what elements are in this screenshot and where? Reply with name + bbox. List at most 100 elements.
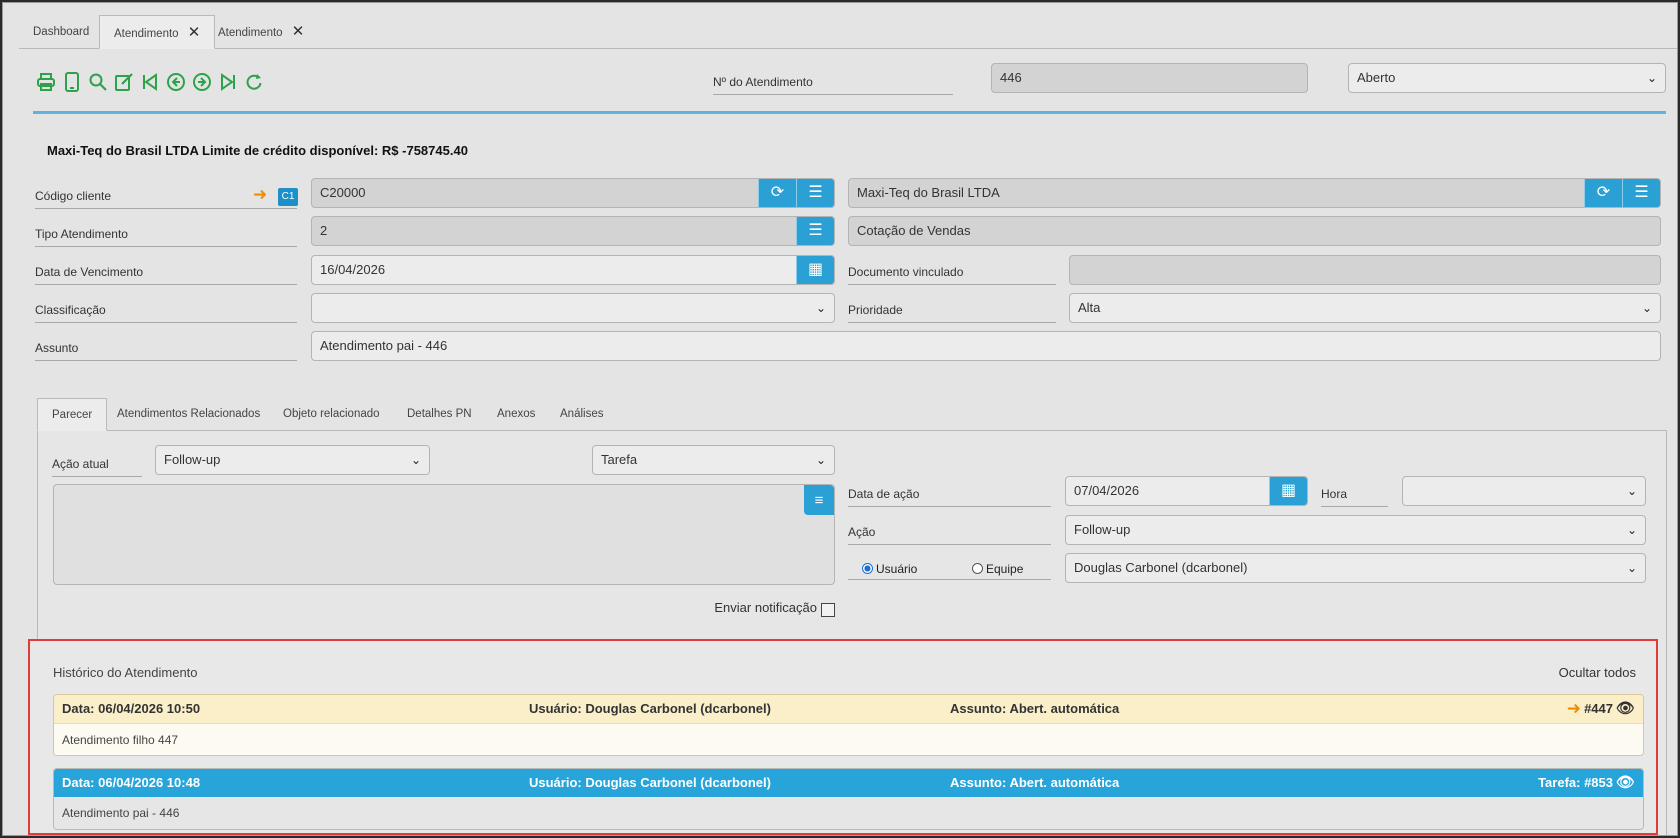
c1-badge[interactable]: C1 <box>278 188 298 206</box>
arrow-right-icon[interactable]: ➜ <box>1567 695 1581 723</box>
refresh-icon[interactable] <box>243 71 265 93</box>
classificacao-select[interactable]: ⌄ <box>311 293 835 323</box>
entry-ref[interactable]: Tarefa: #853 <box>1538 769 1613 797</box>
assunto-value: Atendimento pai - 446 <box>320 338 448 353</box>
entry-body: Atendimento filho 447 <box>54 723 1643 755</box>
last-icon[interactable] <box>217 71 239 93</box>
history-entry[interactable]: Data: 06/04/2026 10:48 Usuário: Douglas … <box>53 768 1644 830</box>
refresh-icon[interactable]: ⟳ <box>758 179 796 207</box>
cliente-nome-value: Maxi-Teq do Brasil LTDA <box>857 185 1000 200</box>
data-acao-label: Data de ação <box>848 485 1051 507</box>
tab-label: Atendimento <box>218 27 283 39</box>
header-divider <box>33 111 1666 114</box>
numero-atendimento-label: Nº do Atendimento <box>713 73 953 95</box>
classificacao-label: Classificação <box>35 301 297 323</box>
cliente-nome-field[interactable]: Maxi-Teq do Brasil LTDA ⟳ ☰ <box>848 178 1661 208</box>
tab-dashboard[interactable]: Dashboard <box>19 15 103 49</box>
prioridade-value: Alta <box>1078 300 1101 315</box>
calendar-icon[interactable]: ▦ <box>796 256 834 284</box>
prioridade-select[interactable]: Alta ⌄ <box>1069 293 1661 323</box>
entry-subject: Assunto: Abert. automática <box>950 775 1120 790</box>
tipo-descricao-field: Cotação de Vendas <box>848 216 1661 246</box>
arrow-right-icon[interactable]: ➜ <box>253 185 267 205</box>
assunto-field[interactable]: Atendimento pai - 446 <box>311 331 1661 361</box>
usuario-radio-label: Usuário <box>876 562 918 576</box>
documento-field <box>1069 255 1661 285</box>
acao-label: Ação <box>848 523 1051 545</box>
notificacao-checkbox[interactable] <box>821 603 835 617</box>
tipo-atendimento-value: 2 <box>320 223 328 238</box>
tipo-acao-value: Tarefa <box>601 452 638 467</box>
assunto-label: Assunto <box>35 339 297 361</box>
codigo-cliente-field[interactable]: C20000 ⟳ ☰ <box>311 178 835 208</box>
calendar-icon[interactable]: ▦ <box>1269 477 1307 505</box>
tipo-acao-select[interactable]: Tarefa ⌄ <box>592 445 835 475</box>
ocultar-todos-link[interactable]: Ocultar todos <box>1559 665 1636 680</box>
acao-atual-select[interactable]: Follow-up ⌄ <box>155 445 430 475</box>
numero-atendimento-field: 446 <box>991 63 1308 93</box>
usuario-radio[interactable]: Usuário <box>862 562 917 576</box>
refresh-icon[interactable]: ⟳ <box>1584 179 1622 207</box>
tab-parecer[interactable]: Parecer <box>37 398 108 431</box>
responsavel-value: Douglas Carbonel (dcarbonel) <box>1074 560 1248 575</box>
first-icon[interactable] <box>139 71 161 93</box>
parecer-textarea[interactable]: ≡ <box>53 484 835 585</box>
notificacao-label: Enviar notificação <box>714 600 817 615</box>
documento-label: Documento vinculado <box>848 263 1056 285</box>
data-acao-value: 07/04/2026 <box>1074 483 1140 498</box>
tab-detalhes-pn[interactable]: Detalhes PN <box>393 398 486 431</box>
data-acao-field[interactable]: 07/04/2026 ▦ <box>1065 476 1308 506</box>
responsavel-select[interactable]: Douglas Carbonel (dcarbonel) ⌄ <box>1065 553 1646 583</box>
chevron-down-icon: ⌄ <box>815 453 826 467</box>
entry-user: Usuário: Douglas Carbonel (dcarbonel) <box>529 701 771 716</box>
acao-select[interactable]: Follow-up ⌄ <box>1065 515 1646 545</box>
chevron-down-icon: ⌄ <box>1626 484 1637 498</box>
tab-anexos[interactable]: Anexos <box>483 398 549 431</box>
edit-icon[interactable] <box>113 71 135 93</box>
tab-objeto-relacionado[interactable]: Objeto relacionado <box>269 398 394 431</box>
acao-value: Follow-up <box>1074 522 1131 537</box>
hora-select[interactable]: ⌄ <box>1402 476 1646 506</box>
eye-icon[interactable]: 👁 <box>1616 769 1635 797</box>
chevron-down-icon: ⌄ <box>815 301 826 315</box>
tab-label: Dashboard <box>33 26 90 38</box>
tipo-atendimento-label: Tipo Atendimento <box>35 225 297 247</box>
close-icon[interactable]: ✕ <box>188 24 201 41</box>
tab-analises[interactable]: Análises <box>546 398 617 431</box>
search-icon[interactable] <box>87 71 109 93</box>
status-value: Aberto <box>1357 70 1396 85</box>
chevron-down-icon: ⌄ <box>1641 301 1652 315</box>
codigo-cliente-value: C20000 <box>320 185 366 200</box>
tab-atendimento[interactable]: Atendimento ✕ <box>204 15 318 49</box>
history-entry-header[interactable]: Data: 06/04/2026 10:50 Usuário: Douglas … <box>54 695 1643 723</box>
radio-selected <box>862 563 873 574</box>
vencimento-field[interactable]: 16/04/2026 ▦ <box>311 255 835 285</box>
notes-icon[interactable]: ≡ <box>804 485 834 515</box>
print-icon[interactable] <box>35 71 57 93</box>
close-icon[interactable]: ✕ <box>292 23 305 40</box>
list-icon[interactable]: ☰ <box>796 179 834 207</box>
equipe-radio[interactable]: Equipe <box>972 562 1023 576</box>
list-icon[interactable]: ☰ <box>1622 179 1660 207</box>
tipo-atendimento-field[interactable]: 2 ☰ <box>311 216 835 246</box>
history-entry-header[interactable]: Data: 06/04/2026 10:48 Usuário: Douglas … <box>54 769 1643 797</box>
list-icon[interactable]: ☰ <box>796 217 834 245</box>
equipe-radio-label: Equipe <box>986 562 1024 576</box>
next-icon[interactable] <box>191 71 213 93</box>
entry-ref[interactable]: #447 <box>1584 695 1613 723</box>
status-select[interactable]: Aberto ⌄ <box>1348 63 1666 93</box>
responsavel-type-radios: Usuário Equipe <box>848 558 1051 580</box>
tab-atendimento-active[interactable]: Atendimento ✕ <box>99 15 216 49</box>
tab-atendimentos-relacionados[interactable]: Atendimentos Relacionados <box>103 398 274 431</box>
eye-icon[interactable]: 👁 <box>1616 695 1635 723</box>
mobile-icon[interactable] <box>61 71 83 93</box>
prioridade-label: Prioridade <box>848 301 1056 323</box>
vencimento-value: 16/04/2026 <box>320 262 386 277</box>
history-entry[interactable]: Data: 06/04/2026 10:50 Usuário: Douglas … <box>53 694 1644 756</box>
entry-date: Data: 06/04/2026 10:48 <box>62 775 201 790</box>
numero-atendimento-value: 446 <box>1000 70 1022 85</box>
tab-label: Atendimento <box>114 28 179 40</box>
prev-icon[interactable] <box>165 71 187 93</box>
entry-subject: Assunto: Abert. automática <box>950 701 1120 716</box>
entry-body: Atendimento pai - 446 <box>54 797 1643 829</box>
